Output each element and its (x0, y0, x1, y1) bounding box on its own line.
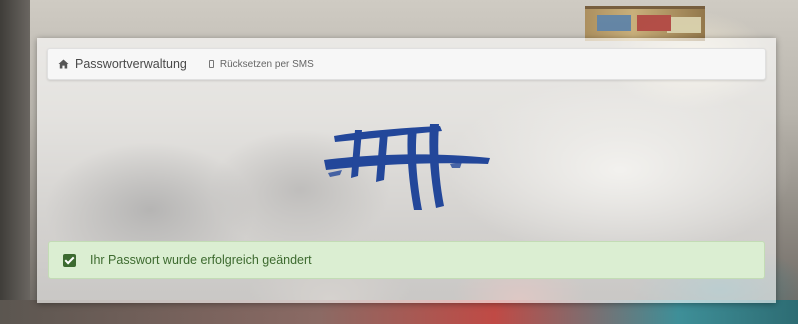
main-panel: Passwortverwaltung Rücksetzen per SMS Ih… (37, 38, 776, 303)
background-floor (0, 300, 798, 324)
nav-sms-reset-label: Rücksetzen per SMS (219, 58, 314, 70)
success-alert-message: Ihr Passwort wurde erfolgreich geändert (90, 253, 312, 267)
school-logo (324, 124, 490, 210)
nav-password-management-label: Passwortverwaltung (75, 57, 187, 71)
top-navbar: Passwortverwaltung Rücksetzen per SMS (47, 48, 766, 80)
home-icon (58, 59, 69, 69)
mobile-phone-icon (208, 60, 214, 68)
success-alert: Ihr Passwort wurde erfolgreich geändert (48, 241, 765, 279)
background-blackboard (0, 0, 30, 324)
background-shelf (585, 6, 705, 41)
check-square-icon (63, 253, 76, 267)
nav-sms-reset[interactable]: Rücksetzen per SMS (208, 58, 314, 70)
nav-password-management[interactable]: Passwortverwaltung (58, 57, 187, 71)
